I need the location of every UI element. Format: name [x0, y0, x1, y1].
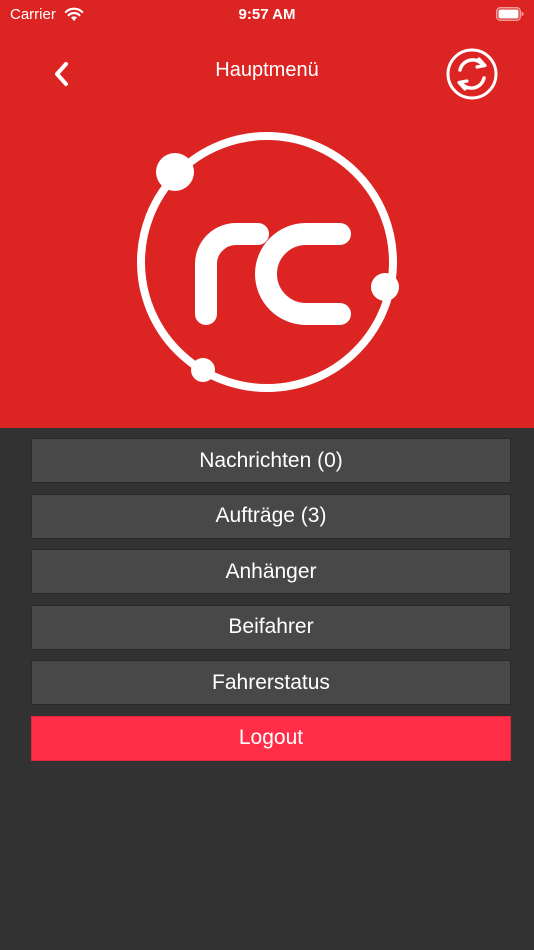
status-bar: Carrier 9:57 AM: [0, 0, 534, 30]
driver-status-button[interactable]: Fahrerstatus: [31, 660, 511, 705]
messages-button[interactable]: Nachrichten (0): [31, 438, 511, 483]
main-menu: Nachrichten (0) Aufträge (3) Anhänger Be…: [31, 438, 511, 771]
status-time: 9:57 AM: [238, 6, 296, 23]
logout-button[interactable]: Logout: [31, 715, 511, 761]
nav-bar: Hauptmenü: [0, 44, 534, 100]
orders-button[interactable]: Aufträge (3): [31, 493, 511, 539]
screen: Carrier 9:57 AM Hauptmenü Nachrichten (0…: [0, 0, 534, 950]
trailer-button[interactable]: Anhänger: [31, 549, 511, 594]
refresh-icon[interactable]: [446, 48, 498, 100]
rc-logo: [137, 132, 399, 392]
co-driver-button[interactable]: Beifahrer: [31, 604, 511, 650]
header: Carrier 9:57 AM Hauptmenü: [0, 0, 534, 428]
battery-icon: [496, 7, 524, 21]
